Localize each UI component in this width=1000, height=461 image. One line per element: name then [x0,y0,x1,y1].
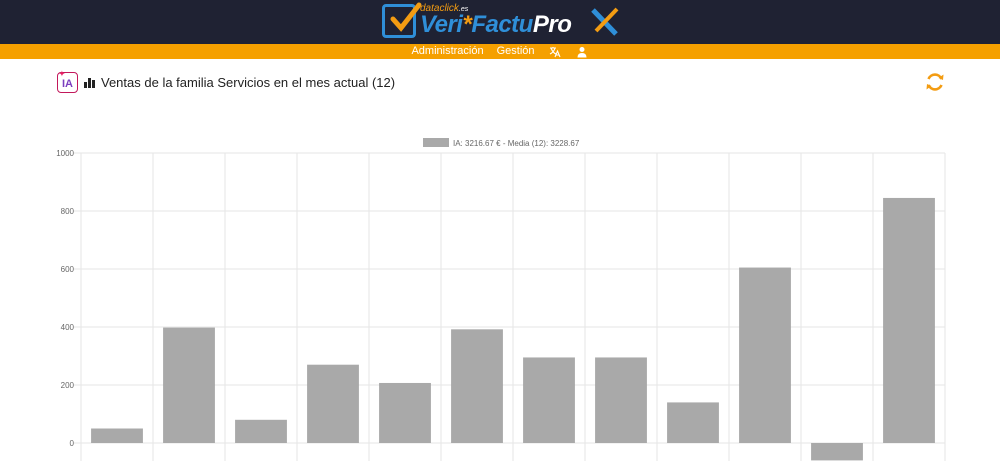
chart-bar[interactable] [235,419,287,443]
refresh-icon[interactable] [924,71,946,93]
top-navbar: dataclick.es Veri*FactuPro [0,0,1000,44]
ia-badge-icon[interactable]: ✦ IA [57,71,78,93]
chart-bar[interactable] [739,267,791,443]
menu-item-gestion[interactable]: Gestión [497,44,535,59]
page-title: Ventas de la familia Servicios en el mes… [101,75,396,90]
chart-bar[interactable] [451,329,503,443]
chart-bar[interactable] [811,443,863,461]
user-icon[interactable] [575,45,589,59]
logo-text: Veri*FactuPro [420,11,572,38]
y-tick-label: 200 [61,381,75,390]
chart-bar[interactable] [379,382,431,443]
legend-label: IA: 3216.67 € - Media (12): 3228.67 [453,139,580,148]
menu-item-administracion[interactable]: Administración [411,44,483,59]
chart-bar[interactable] [883,197,935,443]
y-axis-ticks: 1000 800 600 400 200 0 [56,149,74,448]
legend-swatch [423,138,449,147]
sales-bar-chart: 1000 800 600 400 200 0 IA: 3216.67 € - Media … [56,138,946,461]
main-menu: Administración Gestión [0,44,1000,59]
y-tick-label: 800 [61,207,75,216]
chart-bar[interactable] [667,402,719,443]
bar-chart-icon [84,77,95,88]
y-tick-label: 600 [61,265,75,274]
widget-header: ✦ IA Ventas de la familia Servicios en el… [57,71,396,93]
y-tick-label: 1000 [56,149,74,158]
chart-bar[interactable] [91,428,143,444]
app-logo[interactable]: dataclick.es Veri*FactuPro [380,2,625,42]
chart-bar[interactable] [307,364,359,443]
y-tick-label: 400 [61,323,75,332]
chart-bar[interactable] [163,327,215,443]
checkbox-logo-icon [382,2,422,38]
y-tick-label: 0 [70,439,75,448]
chart-legend[interactable]: IA: 3216.67 € - Media (12): 3228.67 [423,138,580,148]
chart-bar[interactable] [595,357,647,443]
translate-icon[interactable] [548,45,562,59]
x-logo-icon [590,6,620,41]
chart-bar[interactable] [523,357,575,443]
